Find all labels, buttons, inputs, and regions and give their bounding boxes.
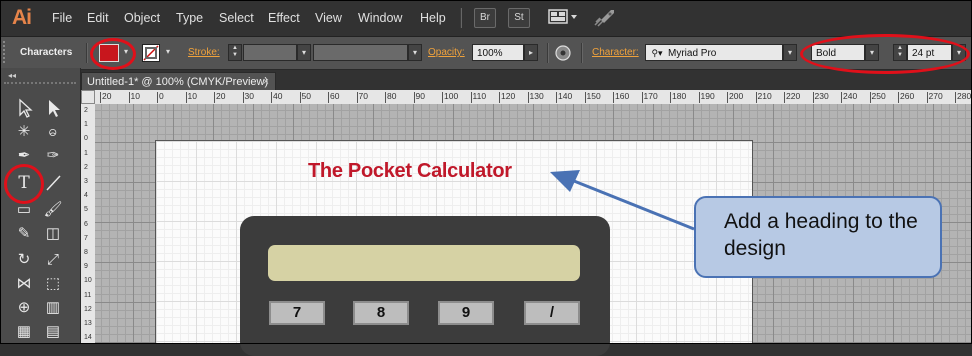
- callout-arrow: [550, 170, 695, 231]
- callout-text: Add a heading to the design: [724, 210, 918, 260]
